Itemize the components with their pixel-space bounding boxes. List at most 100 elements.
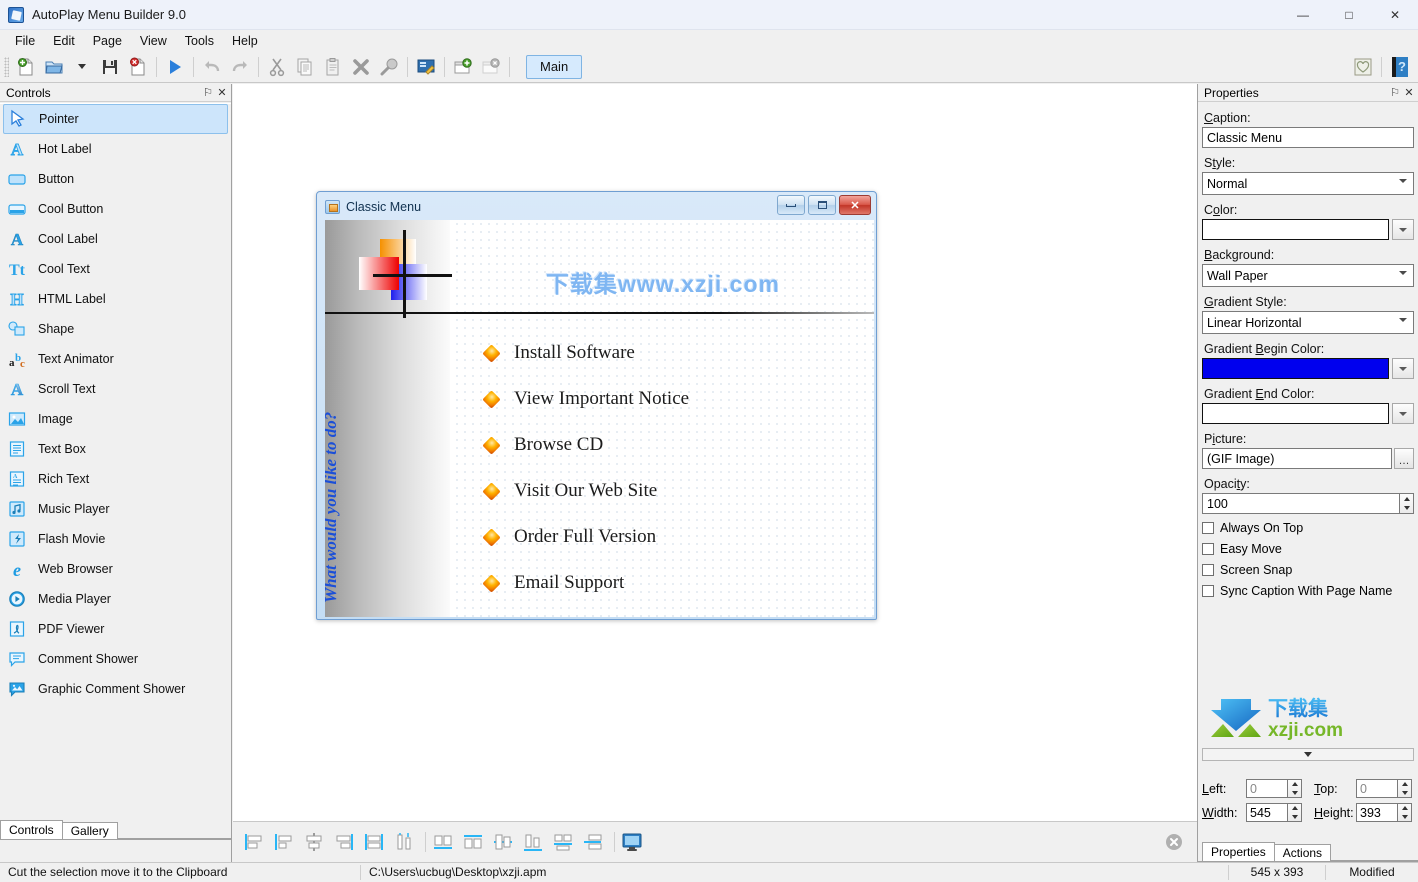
properties-scroll-down[interactable] [1202, 748, 1414, 761]
spin-down-button[interactable] [1398, 789, 1411, 798]
color-picker[interactable] [1202, 219, 1414, 240]
caption-field[interactable]: Classic Menu [1202, 127, 1414, 148]
spin-up-button[interactable] [1398, 780, 1411, 789]
tab-properties[interactable]: Properties [1202, 842, 1275, 861]
picture-picker[interactable]: (GIF Image) … [1202, 448, 1414, 469]
center-bottom-icon[interactable] [520, 829, 546, 855]
color-dropdown-button[interactable] [1392, 403, 1414, 424]
delete-icon[interactable] [347, 53, 375, 81]
copy-icon[interactable] [291, 53, 319, 81]
color-dropdown-button[interactable] [1392, 219, 1414, 240]
close-circle-icon[interactable] [1161, 829, 1187, 855]
spin-down-button[interactable] [1400, 504, 1413, 514]
control-item-pointer[interactable]: Pointer [3, 104, 228, 134]
pin-icon[interactable]: ⚐ [201, 86, 215, 100]
preview-icon[interactable] [412, 53, 440, 81]
align-tops-icon[interactable] [391, 829, 417, 855]
align-center-vertical-icon[interactable] [301, 829, 327, 855]
sync-caption-row[interactable]: Sync Caption With Page Name [1202, 584, 1414, 598]
preview-screen-icon[interactable] [619, 829, 645, 855]
cut-icon[interactable] [263, 53, 291, 81]
control-item-graphic-comment-shower[interactable]: Graphic Comment Shower [0, 674, 231, 704]
spin-down-button[interactable] [1398, 813, 1411, 822]
help-icon[interactable]: ? [1386, 53, 1414, 81]
picture-value[interactable]: (GIF Image) [1202, 448, 1392, 469]
align-left-edges-icon[interactable] [271, 829, 297, 855]
design-menu-item[interactable]: Install Software [485, 330, 868, 376]
gradient-begin-picker[interactable] [1202, 358, 1414, 379]
control-item-comment-shower[interactable]: Comment Shower [0, 644, 231, 674]
redo-icon[interactable] [226, 53, 254, 81]
new-icon[interactable] [12, 53, 40, 81]
pin-icon[interactable]: ⚐ [1388, 86, 1402, 100]
favorite-icon[interactable] [1349, 53, 1377, 81]
toolbar-grip[interactable] [4, 57, 9, 77]
control-item-pdf-viewer[interactable]: PDF Viewer [0, 614, 231, 644]
control-item-image[interactable]: Image [0, 404, 231, 434]
design-canvas[interactable]: Classic Menu ✕ [233, 84, 1197, 821]
make-same-size-icon[interactable] [550, 829, 576, 855]
width-spin-buttons[interactable] [1287, 803, 1302, 822]
control-item-web-browser[interactable]: e Web Browser [0, 554, 231, 584]
paste-icon[interactable] [319, 53, 347, 81]
align-left-icon[interactable] [241, 829, 267, 855]
top-spin-buttons[interactable] [1397, 779, 1412, 798]
control-item-hot-label[interactable]: A Hot Label [0, 134, 231, 164]
menu-view[interactable]: View [131, 32, 176, 50]
height-value[interactable]: 393 [1356, 803, 1397, 822]
add-page-icon[interactable] [449, 53, 477, 81]
width-stepper[interactable]: 545 [1246, 803, 1302, 822]
always-on-top-checkbox[interactable] [1202, 522, 1214, 534]
always-on-top-row[interactable]: Always On Top [1202, 521, 1414, 535]
control-item-media-player[interactable]: Media Player [0, 584, 231, 614]
control-item-shape[interactable]: Shape [0, 314, 231, 344]
undo-icon[interactable] [198, 53, 226, 81]
spin-up-button[interactable] [1398, 804, 1411, 813]
menu-help[interactable]: Help [223, 32, 267, 50]
screen-snap-checkbox[interactable] [1202, 564, 1214, 576]
control-item-rich-text[interactable]: A Rich Text [0, 464, 231, 494]
open-icon[interactable] [40, 53, 68, 81]
design-menu-item[interactable]: Email Support [485, 560, 868, 606]
control-item-cool-button[interactable]: Cool Button [0, 194, 231, 224]
background-select[interactable]: Wall Paper [1202, 264, 1414, 287]
control-item-scroll-text[interactable]: A Scroll Text [0, 374, 231, 404]
design-maximize-button[interactable] [808, 195, 836, 215]
control-item-button[interactable]: Button [0, 164, 231, 194]
spin-up-button[interactable] [1288, 780, 1301, 789]
menu-file[interactable]: File [6, 32, 44, 50]
control-item-cool-text[interactable]: Tt Cool Text [0, 254, 231, 284]
menu-edit[interactable]: Edit [44, 32, 84, 50]
control-item-text-animator[interactable]: a b c Text Animator [0, 344, 231, 374]
gradient-begin-swatch[interactable] [1202, 358, 1389, 379]
control-item-html-label[interactable]: H HTML Label [0, 284, 231, 314]
design-window-client[interactable]: What would you like to do? 下载集www.xzji.c… [325, 220, 874, 617]
space-down-icon[interactable] [460, 829, 486, 855]
controls-list[interactable]: Pointer A Hot Label Button [0, 103, 231, 821]
sync-caption-checkbox[interactable] [1202, 585, 1214, 597]
gradient-end-swatch[interactable] [1202, 403, 1389, 424]
design-close-button[interactable]: ✕ [839, 195, 871, 215]
color-swatch[interactable] [1202, 219, 1389, 240]
picture-browse-button[interactable]: … [1394, 448, 1414, 469]
control-item-music-player[interactable]: Music Player [0, 494, 231, 524]
control-item-text-box[interactable]: Text Box [0, 434, 231, 464]
design-menu-item[interactable]: Browse CD [485, 422, 868, 468]
align-middle-icon[interactable] [361, 829, 387, 855]
menu-tools[interactable]: Tools [176, 32, 223, 50]
menu-page[interactable]: Page [84, 32, 131, 50]
save-icon[interactable] [96, 53, 124, 81]
close-icon[interactable]: ✕ [1402, 86, 1416, 100]
easy-move-checkbox[interactable] [1202, 543, 1214, 555]
gradient-end-picker[interactable] [1202, 403, 1414, 424]
dock-tab-gallery[interactable]: Gallery [62, 822, 118, 839]
design-minimize-button[interactable] [777, 195, 805, 215]
opacity-stepper[interactable]: 100 [1202, 493, 1414, 514]
align-right-icon[interactable] [331, 829, 357, 855]
gradient-style-select[interactable]: Linear Horizontal [1202, 311, 1414, 334]
color-dropdown-button[interactable] [1392, 358, 1414, 379]
maximize-button[interactable]: □ [1326, 0, 1372, 30]
close-doc-icon[interactable] [124, 53, 152, 81]
spin-down-button[interactable] [1288, 789, 1301, 798]
top-value[interactable]: 0 [1356, 779, 1397, 798]
